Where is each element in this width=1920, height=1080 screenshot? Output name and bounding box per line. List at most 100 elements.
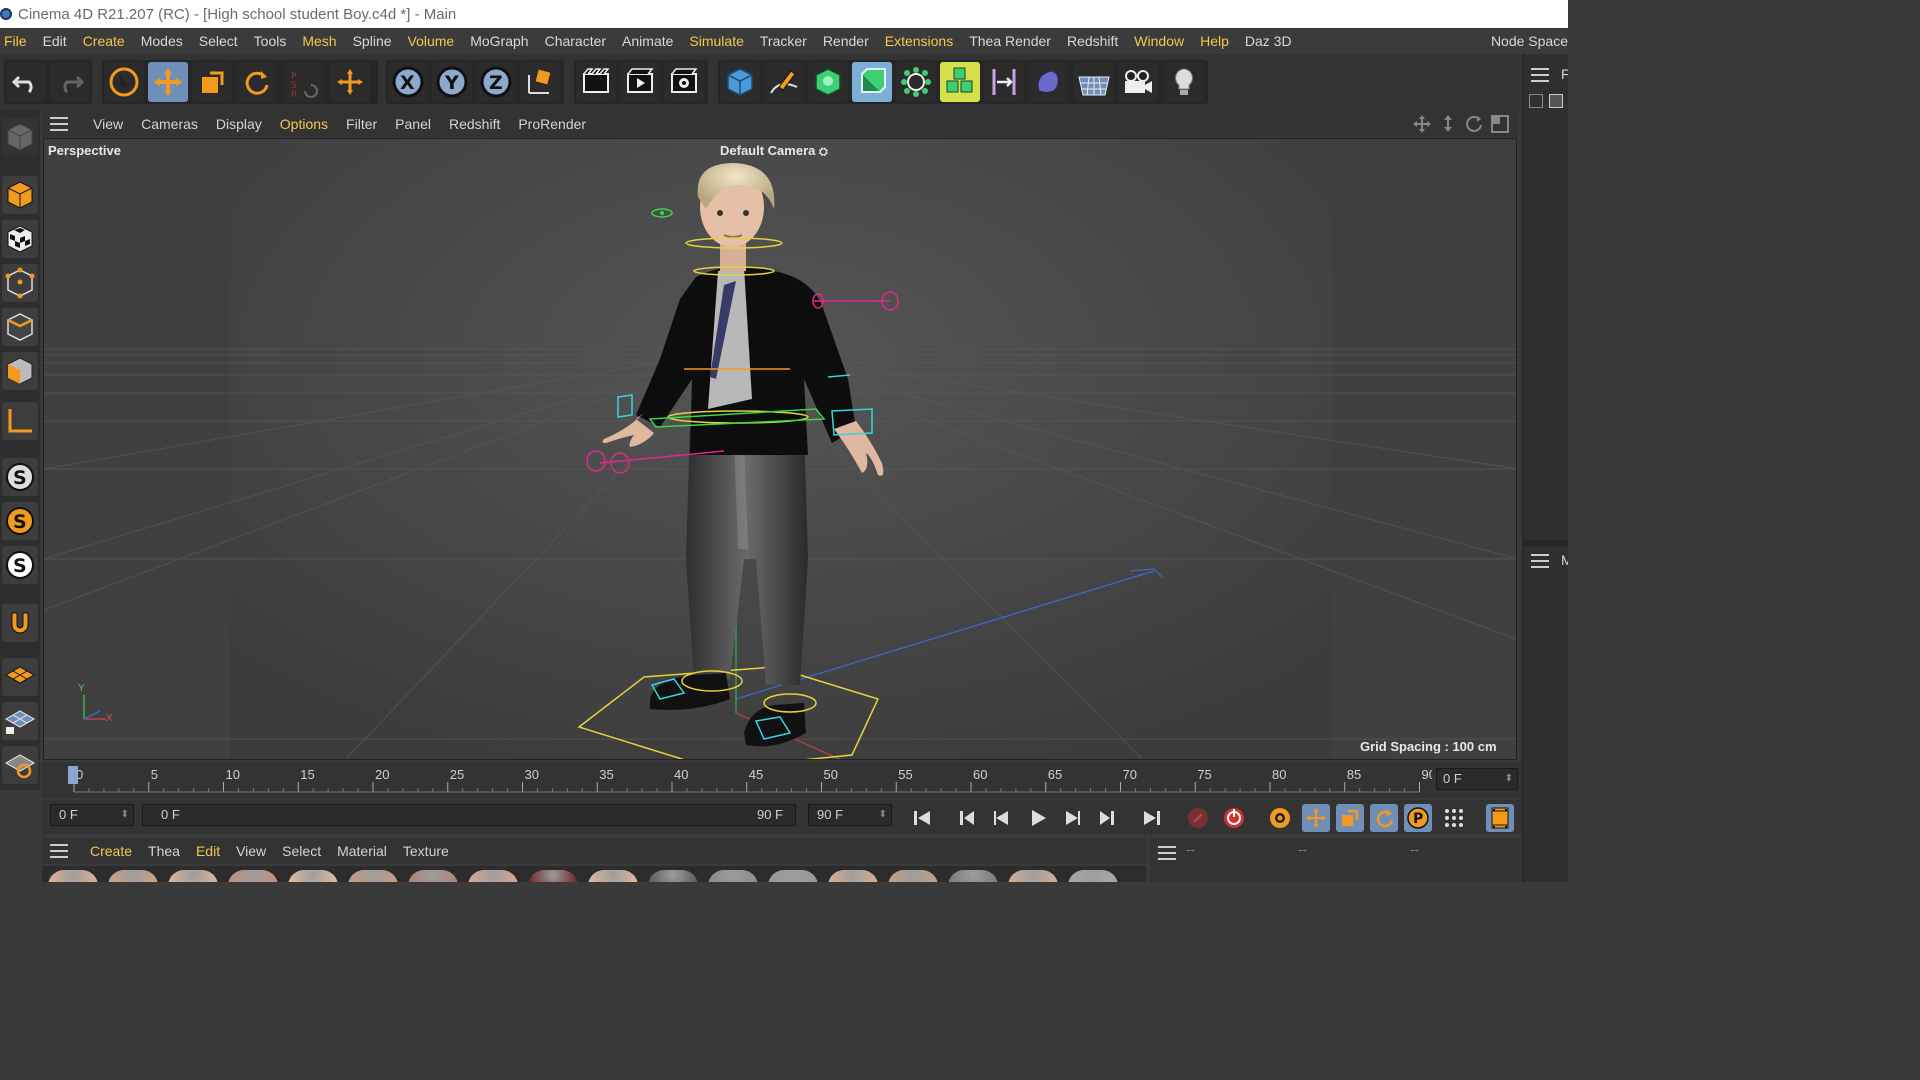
symmetry-icon[interactable] xyxy=(984,62,1024,102)
menu-select[interactable]: Select xyxy=(191,33,246,49)
preview-range-slider[interactable]: 0 F 90 F xyxy=(142,804,796,826)
pen-icon[interactable] xyxy=(764,62,804,102)
viewport-menu-display[interactable]: Display xyxy=(207,116,271,132)
material-menu-select[interactable]: Select xyxy=(274,843,329,859)
key-pla-icon[interactable] xyxy=(1440,804,1468,832)
polygons-mode-icon[interactable] xyxy=(2,352,38,390)
snap-enable-icon[interactable]: S xyxy=(2,546,38,584)
playhead[interactable] xyxy=(68,766,78,784)
material-swatch[interactable] xyxy=(768,870,818,882)
menu-thea-render[interactable]: Thea Render xyxy=(961,33,1059,49)
menu-redshift[interactable]: Redshift xyxy=(1059,33,1126,49)
menu-mesh[interactable]: Mesh xyxy=(294,33,344,49)
key-parameter-icon[interactable]: P xyxy=(1404,804,1432,832)
menu-edit[interactable]: Edit xyxy=(35,33,75,49)
menu-file[interactable]: File xyxy=(0,33,35,49)
material-swatch[interactable] xyxy=(708,870,758,882)
workplane-icon[interactable] xyxy=(2,402,38,440)
materials-panel-tab[interactable]: M xyxy=(1561,552,1568,568)
camera-icon[interactable] xyxy=(1118,62,1158,102)
object-icon[interactable] xyxy=(1549,94,1563,108)
hamburger-icon[interactable] xyxy=(50,116,70,131)
goto-end-icon[interactable] xyxy=(1138,804,1166,832)
next-frame-icon[interactable] xyxy=(1058,804,1086,832)
recent-tool-icon[interactable] xyxy=(330,62,370,102)
autokey-icon[interactable] xyxy=(1220,804,1248,832)
hamburger-icon[interactable] xyxy=(1531,554,1551,568)
camera-label[interactable]: Default Camera ⛭ xyxy=(716,143,832,159)
menu-spline[interactable]: Spline xyxy=(345,33,400,49)
material-swatch[interactable] xyxy=(528,870,578,882)
hamburger-icon[interactable] xyxy=(1531,68,1551,82)
psr-icon[interactable]: PSR xyxy=(284,62,324,102)
render-region-icon[interactable] xyxy=(576,62,616,102)
node-space-menu[interactable]: Node Space xyxy=(1491,28,1568,54)
material-menu-edit[interactable]: Edit xyxy=(188,843,228,859)
pan-icon[interactable] xyxy=(1412,114,1432,134)
record-active-icon[interactable] xyxy=(1184,804,1212,832)
menu-daz-3d[interactable]: Daz 3D xyxy=(1237,33,1300,49)
points-mode-icon[interactable] xyxy=(2,264,38,302)
current-frame-field[interactable]: 0 F ⬍ xyxy=(1436,768,1518,790)
z-axis-icon[interactable]: Z xyxy=(476,62,516,102)
grid-plane-icon[interactable] xyxy=(2,658,38,696)
stepper-arrows-icon[interactable]: ⬍ xyxy=(121,805,129,825)
maximize-view-icon[interactable] xyxy=(1490,114,1510,134)
snap-settings-icon[interactable]: S xyxy=(2,502,38,540)
material-swatch[interactable] xyxy=(828,870,878,882)
soft-selection-icon[interactable] xyxy=(2,746,38,784)
x-axis-icon[interactable]: X xyxy=(388,62,428,102)
menu-extensions[interactable]: Extensions xyxy=(877,33,961,49)
key-scale-icon[interactable] xyxy=(1336,804,1364,832)
menu-create[interactable]: Create xyxy=(75,33,133,49)
material-swatch[interactable] xyxy=(288,870,338,882)
projection-label[interactable]: Perspective xyxy=(48,143,121,158)
array-icon[interactable] xyxy=(940,62,980,102)
material-swatch[interactable] xyxy=(168,870,218,882)
redo-icon[interactable] xyxy=(50,62,90,102)
viewport-menu-cameras[interactable]: Cameras xyxy=(132,116,207,132)
hamburger-icon[interactable] xyxy=(1158,846,1178,860)
light-icon[interactable] xyxy=(1164,62,1204,102)
render-view-icon[interactable] xyxy=(620,62,660,102)
menu-modes[interactable]: Modes xyxy=(133,33,191,49)
material-swatch[interactable] xyxy=(348,870,398,882)
viewport-menu-options[interactable]: Options xyxy=(271,116,337,132)
coordinate-system-icon[interactable] xyxy=(520,62,560,102)
material-menu-texture[interactable]: Texture xyxy=(395,843,457,859)
cube-icon[interactable] xyxy=(720,62,760,102)
undo-icon[interactable] xyxy=(6,62,46,102)
rotate-icon[interactable] xyxy=(236,62,276,102)
material-swatch[interactable] xyxy=(48,870,98,882)
previous-key-icon[interactable] xyxy=(954,804,982,832)
subdivision-icon[interactable] xyxy=(808,62,848,102)
floor-icon[interactable] xyxy=(1074,62,1114,102)
lock-grid-icon[interactable] xyxy=(2,702,38,740)
material-swatch[interactable] xyxy=(468,870,518,882)
play-icon[interactable] xyxy=(1024,804,1052,832)
viewport-menu-filter[interactable]: Filter xyxy=(337,116,386,132)
material-swatch[interactable] xyxy=(948,870,998,882)
material-menu-create[interactable]: Create xyxy=(82,843,140,859)
material-menu-thea[interactable]: Thea xyxy=(140,843,188,859)
mograph-cloner-icon[interactable] xyxy=(896,62,936,102)
next-key-icon[interactable] xyxy=(1092,804,1120,832)
render-settings-icon[interactable] xyxy=(664,62,704,102)
menu-help[interactable]: Help xyxy=(1192,33,1237,49)
menu-tools[interactable]: Tools xyxy=(246,33,295,49)
menu-tracker[interactable]: Tracker xyxy=(752,33,815,49)
scale-icon[interactable] xyxy=(192,62,232,102)
zoom-icon[interactable] xyxy=(1438,114,1458,134)
material-swatch[interactable] xyxy=(648,870,698,882)
objects-panel-tab[interactable]: F xyxy=(1561,66,1568,82)
orbit-icon[interactable] xyxy=(1464,114,1484,134)
material-swatch[interactable] xyxy=(1008,870,1058,882)
end-frame-field[interactable]: 90 F ⬍ xyxy=(808,804,892,826)
menu-mograph[interactable]: MoGraph xyxy=(462,33,536,49)
viewport-menu-prorender[interactable]: ProRender xyxy=(509,116,595,132)
start-frame-field[interactable]: 0 F ⬍ xyxy=(50,804,134,826)
live-selection-icon[interactable] xyxy=(104,62,144,102)
texture-mode-icon[interactable] xyxy=(2,220,38,258)
material-menu-material[interactable]: Material xyxy=(329,843,395,859)
stepper-arrows-icon[interactable]: ⬍ xyxy=(879,805,887,825)
